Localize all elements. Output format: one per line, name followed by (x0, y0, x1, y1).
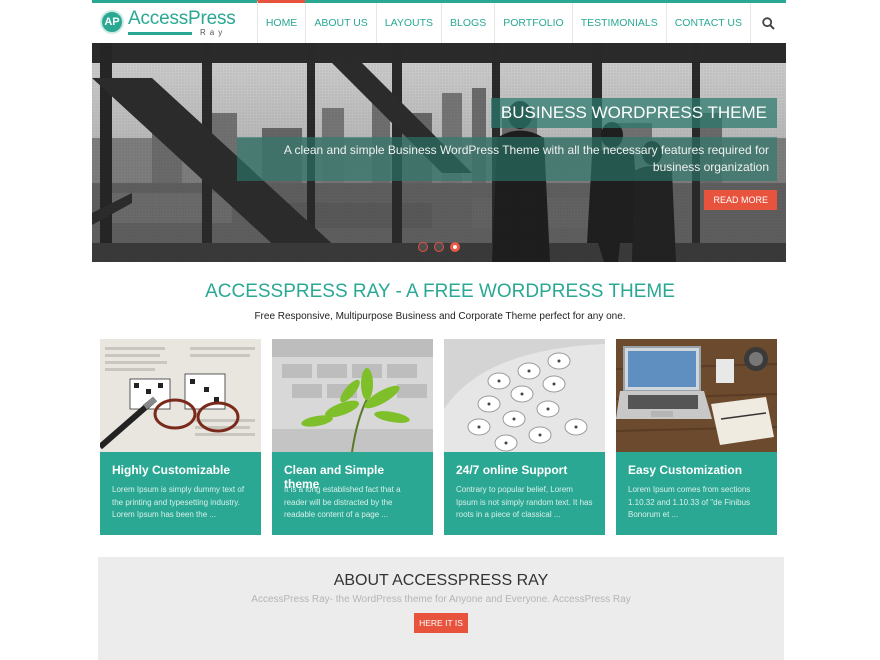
nav-home[interactable]: HOME (256, 0, 306, 43)
slider-pagination (418, 242, 460, 252)
logo-badge: AP (100, 10, 124, 34)
nav-blogs[interactable]: BLOGS (441, 3, 494, 43)
feature-card[interactable]: 24/7 online Support Contrary to popular … (444, 339, 605, 535)
search-icon (762, 16, 775, 30)
feature-card[interactable]: Highly Customizable Lorem Ipsum is simpl… (100, 339, 261, 535)
here-it-is-button[interactable]: HERE IT IS (414, 613, 468, 633)
slider-description: A clean and simple Business WordPress Th… (237, 137, 777, 181)
feature-image-telephone (444, 339, 605, 452)
feature-text: Contrary to popular belief, Lorem Ipsum … (456, 485, 593, 520)
site-logo[interactable]: AP AccessPress Ray (100, 8, 240, 40)
feature-card[interactable]: Clean and Simple theme It is a long esta… (272, 339, 433, 535)
feature-image-laptop (616, 339, 777, 452)
feature-title: Easy Customization (628, 463, 743, 477)
search-button[interactable] (750, 3, 786, 43)
slider-dot-3[interactable] (450, 242, 460, 252)
feature-text: Lorem Ipsum comes from sections 1.10.32 … (628, 485, 751, 520)
features-row: Highly Customizable Lorem Ipsum is simpl… (100, 339, 777, 535)
nav-about-us[interactable]: ABOUT US (305, 3, 375, 43)
feature-text: Lorem Ipsum is simply dummy text of the … (112, 485, 245, 520)
feature-card[interactable]: Easy Customization Lorem Ipsum comes fro… (616, 339, 777, 535)
feature-image-plant (272, 339, 433, 452)
nav-portfolio[interactable]: PORTFOLIO (494, 3, 571, 43)
hero-slider: BUSINESS WORDPRESS THEME A clean and sim… (92, 43, 786, 262)
feature-image-newspaper (100, 339, 261, 452)
page: AP AccessPress Ray HOME ABOUT US LAYOUTS… (0, 0, 880, 660)
nav-contact-us[interactable]: CONTACT US (665, 3, 750, 43)
read-more-button[interactable]: READ MORE (704, 190, 777, 210)
feature-title: Highly Customizable (112, 463, 231, 477)
feature-title: Clean and Simple theme (284, 463, 385, 491)
logo-name: AccessPress (128, 8, 236, 29)
intro-title: ACCESSPRESS RAY - A FREE WORDPRESS THEME (205, 281, 675, 302)
about-title: ABOUT ACCESSPRESS RAY (333, 572, 549, 589)
about-text: AccessPress Ray- the WordPress theme for… (251, 594, 631, 605)
slider-dot-2[interactable] (434, 242, 444, 252)
intro-subtitle: Free Responsive, Multipurpose Business a… (254, 311, 626, 322)
nav-testimonials[interactable]: TESTIMONIALS (571, 3, 666, 43)
about-section: ABOUT ACCESSPRESS RAY AccessPress Ray- t… (98, 557, 784, 660)
slider-dot-1[interactable] (418, 242, 428, 252)
slider-title: BUSINESS WORDPRESS THEME (490, 98, 777, 128)
nav-layouts[interactable]: LAYOUTS (375, 3, 441, 43)
logo-subtitle: Ray (200, 28, 227, 37)
feature-title: 24/7 online Support (456, 463, 568, 477)
main-nav: HOME ABOUT US LAYOUTS BLOGS PORTFOLIO TE… (256, 0, 786, 43)
site-header: AP AccessPress Ray HOME ABOUT US LAYOUTS… (92, 0, 786, 43)
feature-text: It is a long established fact that a rea… (284, 485, 401, 520)
logo-underline (128, 32, 192, 35)
